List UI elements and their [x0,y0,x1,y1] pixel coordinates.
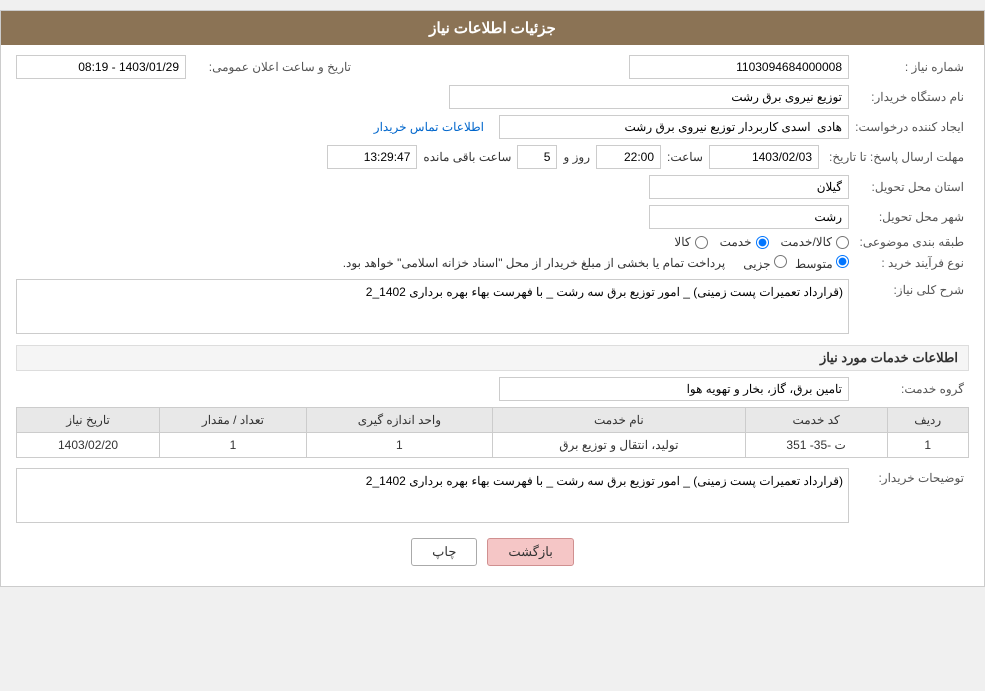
cell-tedadMeqdar: 1 [160,433,307,458]
tarikhElan-label: تاریخ و ساعت اعلان عمومی: [186,60,356,74]
khadamat-section-title: اطلاعات خدمات مورد نیاز [16,345,969,371]
col-tarikhNiaz: تاریخ نیاز [17,408,160,433]
button-row: بازگشت چاپ [16,538,969,566]
noeFarayand-mottaset-radio[interactable] [836,255,849,268]
row-noeFarayand: نوع فرآیند خرید : متوسط جزیی پرداخت تمام… [16,255,969,271]
tozihatKhardar-textarea[interactable] [16,468,849,523]
mohlat-saat-input[interactable] [596,145,661,169]
tabaqe-khadamat-label: خدمت [720,235,752,249]
mohlat-baghi-input[interactable] [327,145,417,169]
row-ijadKonande: ایجاد کننده درخواست: اطلاعات تماس خریدار [16,115,969,139]
ostan-label: استان محل تحویل: [849,180,969,194]
cell-kodKhadamat: ت -35- 351 [745,433,887,458]
tabaqe-kala-khadamat-radio[interactable] [836,236,849,249]
col-vahedAndaze: واحد اندازه گیری [306,408,492,433]
tabaqe-kala-option[interactable]: کالا [674,235,707,249]
mohlat-roz-input[interactable] [517,145,557,169]
tabaqe-label: طبقه بندی موضوعی: [849,235,969,249]
mohlat-saat-label: ساعت: [667,150,703,164]
row-namDastgah: نام دستگاه خریدار: [16,85,969,109]
namDastgah-input[interactable] [449,85,849,109]
noeFarayand-mottaset-option[interactable]: متوسط [795,255,849,271]
sharhKolliNiaz-textarea[interactable] [16,279,849,334]
sharhKolliNiaz-label: شرح کلی نیاز: [849,279,969,297]
row-shomare-tarikh: شماره نیاز : تاریخ و ساعت اعلان عمومی: [16,55,969,79]
cell-tarikhNiaz: 1403/02/20 [17,433,160,458]
shomareNiaz-label: شماره نیاز : [849,60,969,74]
row-tabaqe: طبقه بندی موضوعی: کالا/خدمت خدمت کالا [16,235,969,249]
noeFarayand-jozii-option[interactable]: جزیی [743,255,787,271]
col-tedadMeqdar: تعداد / مقدار [160,408,307,433]
sharh-wrapper: document.addEventListener('DOMContentLoa… [16,279,849,337]
noeFarayand-options: متوسط جزیی پرداخت تمام یا بخشی از مبلغ خ… [343,255,849,271]
cell-radif: 1 [887,433,969,458]
tabaqe-khadamat-radio[interactable] [756,236,769,249]
row-mohlat: مهلت ارسال پاسخ: تا تاریخ: ساعت: روز و س… [16,145,969,169]
row-groheKhadamat: گروه خدمت: [16,377,969,401]
noeFarayand-mottaset-label: متوسط [795,257,833,271]
row-sharh-kolli: شرح کلی نیاز: document.addEventListener(… [16,279,969,337]
page-wrapper: جزئیات اطلاعات نیاز شماره نیاز : تاریخ و… [0,10,985,587]
tabaqe-kala-label: کالا [674,235,690,249]
khadamat-table-body: 1 ت -35- 351 تولید، انتقال و توزیع برق 1… [17,433,969,458]
col-namKhadamat: نام خدمت [492,408,745,433]
mohlatErsalPasokh-label: مهلت ارسال پاسخ: تا تاریخ: [819,150,969,164]
ijadKonande-input[interactable] [499,115,849,139]
tozihat-box-wrapper [16,468,849,523]
row-shahr: شهر محل تحویل: [16,205,969,229]
shomareNiaz-input[interactable] [629,55,849,79]
shahr-label: شهر محل تحویل: [849,210,969,224]
noeFarayand-jozii-radio[interactable] [774,255,787,268]
mohlat-date-input[interactable] [709,145,819,169]
noeFarayand-label: نوع فرآیند خرید : [849,256,969,270]
bazgasht-button[interactable]: بازگشت [487,538,573,566]
noeFarayand-note: پرداخت تمام یا بخشی از مبلغ خریدار از مح… [343,256,726,270]
cell-vahedAndaze: 1 [306,433,492,458]
page-header: جزئیات اطلاعات نیاز [1,11,984,45]
col-kodKhadamat: کد خدمت [745,408,887,433]
cell-namKhadamat: تولید، انتقال و توزیع برق [492,433,745,458]
noeFarayand-jozii-label: جزیی [743,257,770,271]
col-radif: ردیف [887,408,969,433]
content: شماره نیاز : تاریخ و ساعت اعلان عمومی: ن… [1,45,984,586]
tozihat-section: توضیحات خریدار: [16,468,969,523]
chap-button[interactable]: چاپ [411,538,477,566]
tabaqe-kala-khadamat-option[interactable]: کالا/خدمت [781,235,849,249]
page-title: جزئیات اطلاعات نیاز [429,20,556,37]
table-row: 1 ت -35- 351 تولید، انتقال و توزیع برق 1… [17,433,969,458]
ostan-input[interactable] [649,175,849,199]
tabaqe-khadamat-option[interactable]: خدمت [720,235,769,249]
groheKhadamat-label: گروه خدمت: [849,382,969,396]
mohlat-baghi-label: ساعت باقی مانده [423,150,511,164]
row-ostan: استان محل تحویل: [16,175,969,199]
tabaqe-radio-group: کالا/خدمت خدمت کالا [674,235,849,249]
tozihatKhardar-label: توضیحات خریدار: [849,468,969,485]
tarikhElan-input[interactable] [16,55,186,79]
tabaqe-kala-khadamat-label: کالا/خدمت [781,235,832,249]
groheKhadamat-input[interactable] [499,377,849,401]
tabaqe-kala-radio[interactable] [695,236,708,249]
ijadKonande-label: ایجاد کننده درخواست: [849,120,969,134]
mohlat-roz-label: روز و [563,150,590,164]
shahr-input[interactable] [649,205,849,229]
ettelaatTamas-link[interactable]: اطلاعات تماس خریدار [374,120,484,134]
namDastgah-label: نام دستگاه خریدار: [849,90,969,104]
khadamat-table: ردیف کد خدمت نام خدمت واحد اندازه گیری ت… [16,407,969,458]
